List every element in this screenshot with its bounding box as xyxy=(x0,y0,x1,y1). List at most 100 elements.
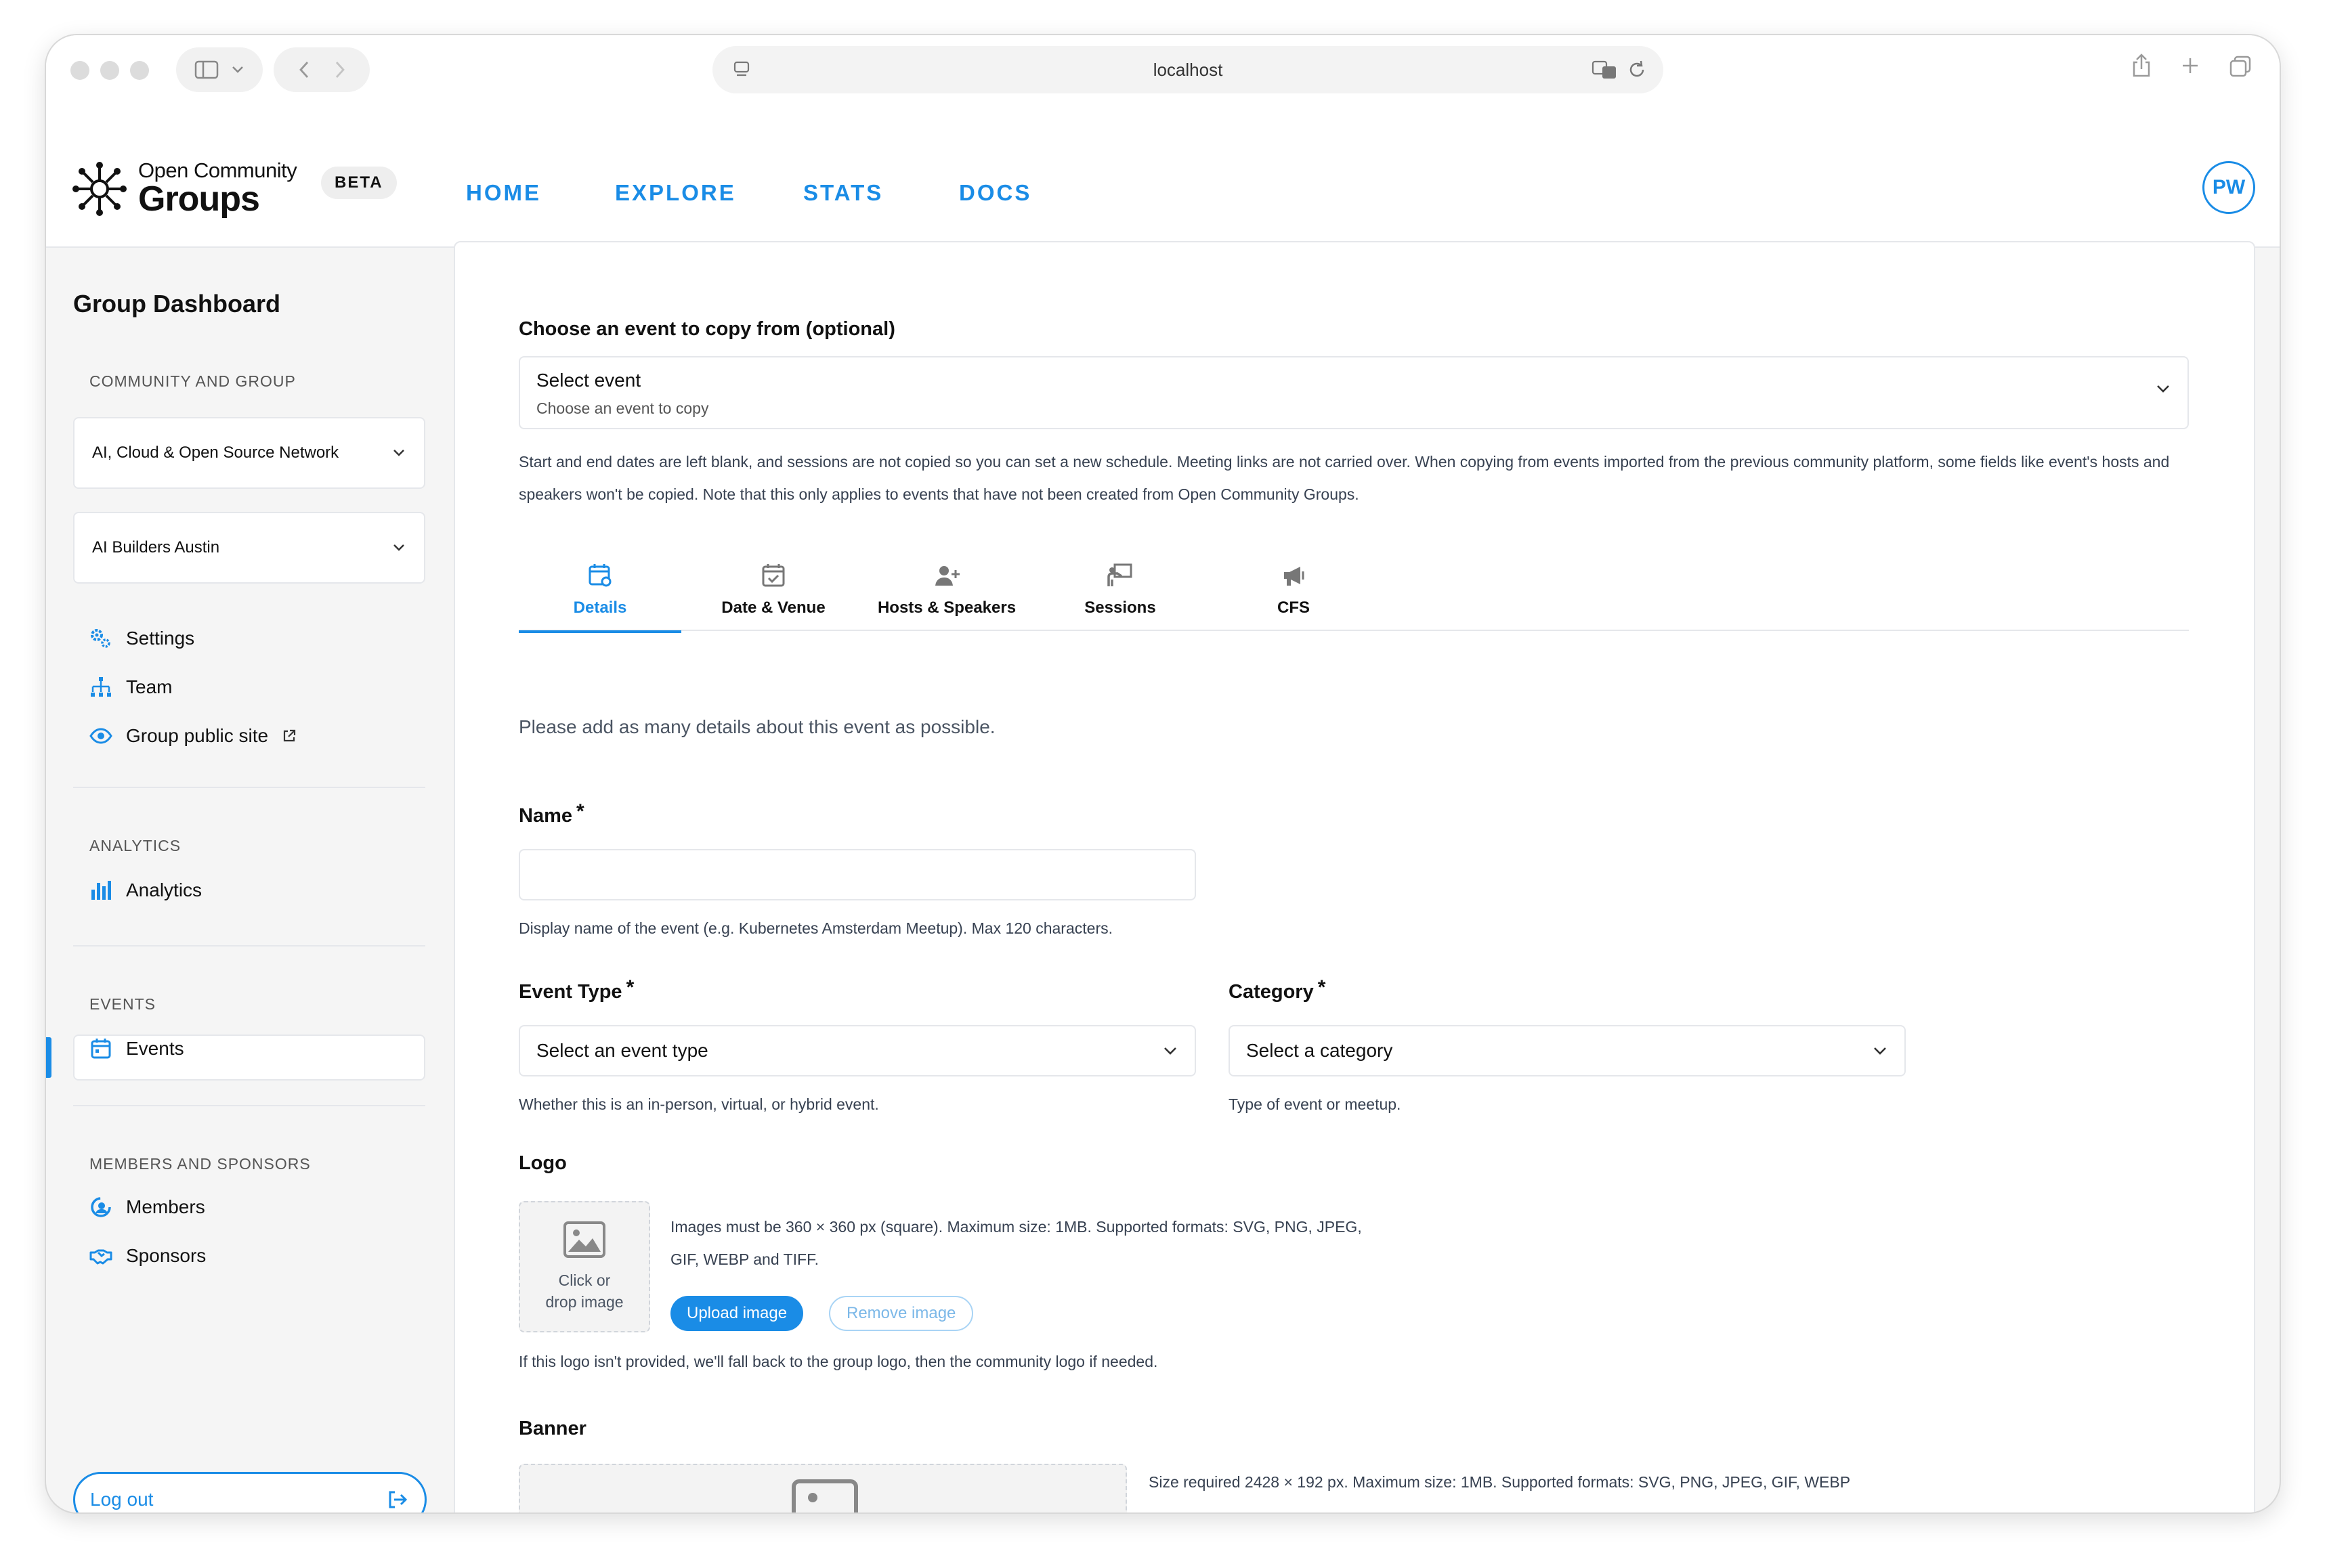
name-label: Name * xyxy=(519,800,584,827)
name-help: Display name of the event (e.g. Kubernet… xyxy=(519,919,1113,937)
sidebar-item-members[interactable]: Members xyxy=(89,1196,205,1219)
category-value: Select a category xyxy=(1246,1040,1393,1061)
sidebar-toggle[interactable] xyxy=(176,47,263,92)
copy-event-label: Choose an event to copy from (optional) xyxy=(519,318,895,340)
banner-label: Banner xyxy=(519,1418,586,1439)
browser-toolbar: localhost xyxy=(46,35,2280,103)
upload-logo-button[interactable]: Upload image xyxy=(670,1296,804,1331)
sidebar-title: Group Dashboard xyxy=(73,290,281,318)
logo-dropzone-line1: Click or xyxy=(558,1271,611,1289)
eye-icon xyxy=(89,728,112,744)
category-help: Type of event or meetup. xyxy=(1229,1095,1401,1113)
sidebar-item-settings[interactable]: Settings xyxy=(89,627,194,650)
logout-button[interactable]: Log out xyxy=(73,1472,427,1512)
chevron-down-icon xyxy=(1874,1047,1886,1055)
image-placeholder-icon xyxy=(563,1221,605,1258)
name-input[interactable] xyxy=(519,849,1196,900)
tab-overview-icon[interactable] xyxy=(2228,53,2253,79)
chevron-down-icon xyxy=(393,544,404,551)
form-intro: Please add as many details about this ev… xyxy=(519,716,996,737)
tab-cfs[interactable]: CFS xyxy=(1212,554,1375,631)
minimize-window-button[interactable] xyxy=(100,61,119,80)
community-select-value: AI, Cloud & Open Source Network xyxy=(92,443,339,462)
logo-help: If this logo isn't provided, we'll fall … xyxy=(519,1353,1158,1370)
sidebar-item-label: Analytics xyxy=(126,879,202,900)
logout-label: Log out xyxy=(90,1489,154,1510)
logo-dropzone[interactable]: Click or drop image xyxy=(519,1201,650,1332)
sidebar-item-label: Team xyxy=(126,676,173,697)
copy-event-select[interactable]: Select event Choose an event to copy xyxy=(519,356,2189,429)
sidebar-item-label: Members xyxy=(126,1196,205,1217)
event-type-select[interactable]: Select an event type xyxy=(519,1025,1196,1076)
zoom-window-button[interactable] xyxy=(130,61,149,80)
sidebar-item-group-public-site[interactable]: Group public site xyxy=(89,724,297,747)
reload-icon[interactable] xyxy=(1627,60,1647,80)
brand-logo-icon[interactable] xyxy=(72,161,127,217)
category-label-text: Category xyxy=(1229,981,1314,1003)
calendar-icon xyxy=(91,1039,111,1059)
external-link-icon xyxy=(284,729,296,742)
event-type-value: Select an event type xyxy=(536,1040,708,1061)
sidebar-divider xyxy=(73,945,425,946)
browser-actions xyxy=(2131,53,2253,79)
chevron-down-icon xyxy=(232,66,243,73)
share-icon[interactable] xyxy=(2131,53,2152,79)
handshake-icon xyxy=(89,1249,112,1265)
back-icon[interactable] xyxy=(298,60,310,80)
beta-badge: BETA xyxy=(321,167,397,199)
sidebar-divider xyxy=(73,1105,425,1106)
tab-details[interactable]: Details xyxy=(519,554,681,633)
tab-date-venue[interactable]: Date & Venue xyxy=(692,554,855,631)
logo-info: Images must be 360 × 360 px (square). Ma… xyxy=(670,1211,1483,1276)
remove-logo-button[interactable]: Remove image xyxy=(829,1296,974,1331)
translate-icon[interactable] xyxy=(1592,60,1617,80)
chevron-down-icon xyxy=(2157,385,2169,393)
browser-window: localhost Open Community Groups BETA HOM… xyxy=(46,35,2280,1512)
category-select[interactable]: Select a category xyxy=(1229,1025,1906,1076)
banner-dropzone[interactable] xyxy=(519,1464,1127,1512)
gears-icon xyxy=(91,629,110,648)
sidebar-item-sponsors[interactable]: Sponsors xyxy=(89,1244,206,1267)
active-indicator xyxy=(46,1037,51,1078)
sidebar-item-label: Events xyxy=(126,1038,184,1059)
sidebar-icon xyxy=(194,60,219,79)
sidebar-item-label: Settings xyxy=(126,628,195,649)
event-type-label: Event Type * xyxy=(519,976,634,1003)
tab-label: Hosts & Speakers xyxy=(877,598,1017,617)
tab-sessions[interactable]: Sessions xyxy=(1039,554,1201,631)
close-window-button[interactable] xyxy=(70,61,89,80)
address-bar[interactable]: localhost xyxy=(712,46,1663,93)
presentation-icon xyxy=(1107,563,1132,586)
url-text: localhost xyxy=(1153,60,1223,80)
tab-label: Details xyxy=(573,598,627,617)
section-events: EVENTS xyxy=(89,995,156,1013)
nav-explore[interactable]: EXPLORE xyxy=(615,180,736,206)
nav-stats[interactable]: STATS xyxy=(803,180,883,206)
copy-event-note: Start and end dates are left blank, and … xyxy=(519,453,2170,503)
tab-label: Date & Venue xyxy=(721,598,826,617)
megaphone-icon xyxy=(1284,567,1304,586)
history-nav xyxy=(274,47,370,92)
chevron-down-icon xyxy=(393,450,404,456)
team-hierarchy-icon xyxy=(91,677,111,697)
sidebar-item-team[interactable]: Team xyxy=(89,676,172,699)
logo-info-line1: Images must be 360 × 360 px (square). Ma… xyxy=(670,1218,1362,1236)
forward-icon[interactable] xyxy=(334,60,346,80)
nav-docs[interactable]: DOCS xyxy=(959,180,1031,206)
sidebar-item-events[interactable]: Events xyxy=(89,1037,184,1060)
bar-chart-icon xyxy=(91,881,111,900)
sidebar-divider xyxy=(73,787,425,788)
group-select[interactable]: AI Builders Austin xyxy=(73,512,425,584)
sidebar-item-analytics[interactable]: Analytics xyxy=(89,879,202,902)
user-avatar[interactable]: PW xyxy=(2202,161,2255,214)
user-plus-icon xyxy=(935,566,960,586)
sidebar-item-label: Sponsors xyxy=(126,1245,207,1266)
brand-name-line2[interactable]: Groups xyxy=(138,179,260,219)
nav-home[interactable]: HOME xyxy=(466,180,541,206)
community-select[interactable]: AI, Cloud & Open Source Network xyxy=(73,417,425,489)
new-tab-icon[interactable] xyxy=(2179,53,2201,79)
event-type-label-text: Event Type xyxy=(519,981,622,1003)
tab-hosts-speakers[interactable]: Hosts & Speakers xyxy=(866,554,1028,631)
active-tab-indicator xyxy=(519,630,681,633)
logo-info-line2: GIF, WEBP and TIFF. xyxy=(670,1250,819,1268)
